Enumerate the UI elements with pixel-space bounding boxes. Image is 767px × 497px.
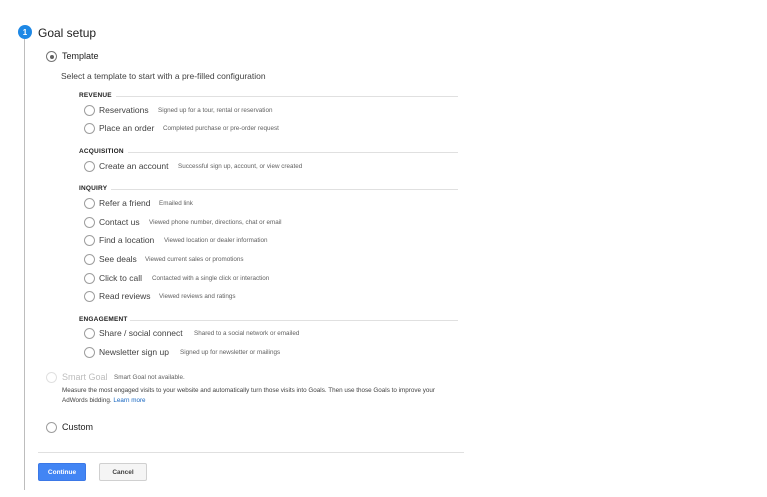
share-social-connect-desc: Shared to a social network or emailed: [194, 330, 300, 337]
create-an-account-radio[interactable]: [84, 161, 95, 172]
find-a-location-desc: Viewed location or dealer information: [164, 237, 268, 244]
place-an-order-label[interactable]: Place an order: [99, 123, 154, 133]
refer-a-friend-radio[interactable]: [84, 198, 95, 209]
see-deals-label[interactable]: See deals: [99, 254, 137, 264]
newsletter-sign-up-desc: Signed up for newsletter or mailings: [180, 349, 281, 356]
refer-a-friend-label[interactable]: Refer a friend: [99, 198, 151, 208]
template-radio[interactable]: [46, 51, 57, 62]
section-title-inquiry: INQUIRY: [79, 185, 108, 192]
section-divider: [130, 320, 458, 321]
contact-us-desc: Viewed phone number, directions, chat or…: [149, 219, 282, 226]
stepper-line: [24, 36, 25, 490]
learn-more-link[interactable]: Learn more: [113, 397, 145, 404]
section-title-engagement: ENGAGEMENT: [79, 316, 128, 323]
continue-button[interactable]: Continue: [38, 463, 86, 481]
section-title-acquisition: ACQUISITION: [79, 148, 124, 155]
contact-us-radio[interactable]: [84, 217, 95, 228]
create-an-account-label[interactable]: Create an account: [99, 161, 168, 171]
click-to-call-radio[interactable]: [84, 273, 95, 284]
section-title-revenue: REVENUE: [79, 92, 112, 99]
smart-goal-note: Smart Goal not available.: [114, 374, 185, 381]
reservations-label[interactable]: Reservations: [99, 105, 149, 115]
smart-goal-description: Measure the most engaged visits to your …: [62, 386, 462, 406]
contact-us-label[interactable]: Contact us: [99, 217, 140, 227]
step-title: Goal setup: [38, 26, 97, 40]
section-divider: [111, 189, 458, 190]
find-a-location-label[interactable]: Find a location: [99, 235, 154, 245]
click-to-call-label[interactable]: Click to call: [99, 273, 142, 283]
share-social-connect-label[interactable]: Share / social connect: [99, 328, 183, 338]
newsletter-sign-up-label[interactable]: Newsletter sign up: [99, 347, 169, 357]
see-deals-radio[interactable]: [84, 254, 95, 265]
reservations-radio[interactable]: [84, 105, 95, 116]
custom-radio[interactable]: [46, 422, 57, 433]
reservations-desc: Signed up for a tour, rental or reservat…: [158, 107, 273, 114]
custom-label[interactable]: Custom: [62, 422, 93, 432]
smart-goal-label: Smart Goal: [62, 372, 108, 382]
smart-goal-radio: [46, 372, 57, 383]
share-social-connect-radio[interactable]: [84, 328, 95, 339]
place-an-order-radio[interactable]: [84, 123, 95, 134]
find-a-location-radio[interactable]: [84, 235, 95, 246]
refer-a-friend-desc: Emailed link: [159, 200, 193, 207]
create-an-account-desc: Successful sign up, account, or view cre…: [178, 163, 303, 170]
read-reviews-desc: Viewed reviews and ratings: [159, 293, 236, 300]
click-to-call-desc: Contacted with a single click or interac…: [152, 275, 270, 282]
section-divider: [128, 152, 458, 153]
actions-divider: [38, 452, 464, 453]
read-reviews-label[interactable]: Read reviews: [99, 291, 151, 301]
step-number-badge: 1: [18, 25, 32, 39]
place-an-order-desc: Completed purchase or pre-order request: [163, 125, 279, 132]
see-deals-desc: Viewed current sales or promotions: [145, 256, 244, 263]
read-reviews-radio[interactable]: [84, 291, 95, 302]
newsletter-sign-up-radio[interactable]: [84, 347, 95, 358]
template-subtitle: Select a template to start with a pre-fi…: [61, 71, 266, 81]
section-divider: [116, 96, 458, 97]
cancel-button[interactable]: Cancel: [99, 463, 147, 481]
template-label[interactable]: Template: [62, 51, 99, 61]
